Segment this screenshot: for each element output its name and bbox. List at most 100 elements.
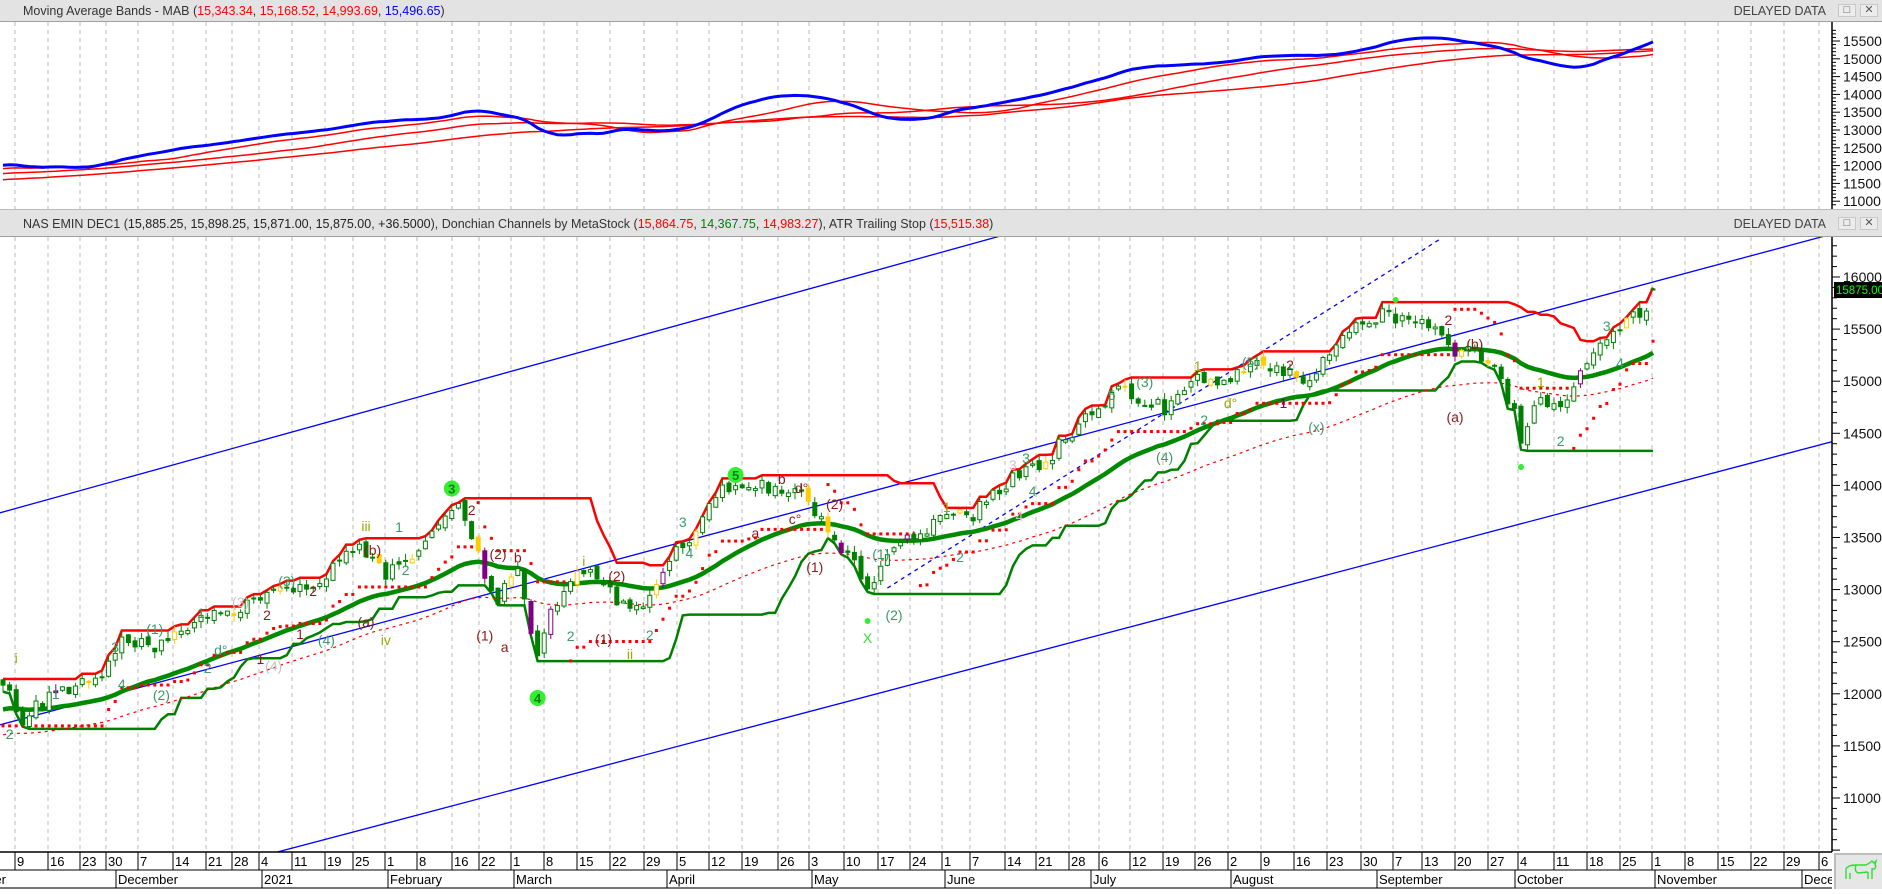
candle[interactable]	[858, 550, 864, 582]
candle[interactable]	[700, 515, 706, 536]
candle[interactable]	[1393, 307, 1399, 329]
candle[interactable]	[1327, 353, 1333, 365]
candle[interactable]	[389, 558, 395, 582]
candle[interactable]	[746, 482, 752, 492]
maximize-panel-button[interactable]: □	[1838, 217, 1856, 230]
candle[interactable]	[33, 694, 39, 720]
candle[interactable]	[521, 568, 527, 606]
candle[interactable]	[957, 509, 963, 515]
candle[interactable]	[548, 606, 554, 640]
candle[interactable]	[1188, 377, 1194, 393]
trendline[interactable]	[0, 211, 1882, 733]
candle[interactable]	[601, 577, 607, 587]
candle[interactable]	[1089, 405, 1095, 421]
candle[interactable]	[1558, 396, 1564, 412]
candle[interactable]	[1538, 392, 1544, 406]
candle[interactable]	[1525, 422, 1531, 451]
candle[interactable]	[1597, 337, 1603, 361]
candle[interactable]	[1591, 348, 1597, 369]
candle[interactable]	[218, 610, 224, 617]
candle[interactable]	[561, 586, 567, 609]
candle[interactable]	[1261, 351, 1267, 370]
candle[interactable]	[838, 540, 844, 555]
candle[interactable]	[73, 682, 79, 698]
candle[interactable]	[1459, 348, 1465, 359]
candle[interactable]	[1624, 317, 1630, 329]
candle[interactable]	[211, 606, 217, 624]
candle[interactable]	[330, 561, 336, 582]
candle[interactable]	[185, 627, 191, 636]
candle[interactable]	[26, 712, 32, 729]
candle[interactable]	[726, 480, 732, 495]
candle[interactable]	[165, 631, 171, 643]
chart-canvas[interactable]: i2134(1)(2)12d°(3)12(4)(3)12(4)iii(a)(b)…	[0, 0, 1882, 889]
candle[interactable]	[1181, 386, 1187, 396]
candle[interactable]	[1155, 396, 1161, 405]
candle[interactable]	[139, 632, 145, 650]
candle[interactable]	[535, 625, 541, 662]
candle[interactable]	[1274, 361, 1280, 377]
candle[interactable]	[1307, 374, 1313, 391]
candle[interactable]	[1551, 397, 1557, 412]
candle[interactable]	[1228, 376, 1234, 384]
candle[interactable]	[1208, 377, 1214, 387]
candle[interactable]	[878, 561, 884, 586]
candle[interactable]	[917, 529, 923, 546]
close-panel-button[interactable]: ✕	[1860, 217, 1878, 230]
candle[interactable]	[469, 520, 475, 540]
candle[interactable]	[1234, 367, 1240, 385]
candle[interactable]	[970, 514, 976, 526]
candle[interactable]	[706, 502, 712, 522]
candle[interactable]	[86, 679, 92, 689]
candle[interactable]	[1511, 399, 1517, 411]
candle[interactable]	[488, 574, 494, 593]
candle[interactable]	[733, 481, 739, 495]
candle[interactable]	[1432, 323, 1438, 336]
candle[interactable]	[482, 547, 488, 584]
candle[interactable]	[1135, 397, 1141, 407]
candle[interactable]	[1142, 399, 1148, 407]
candle[interactable]	[224, 610, 230, 617]
candle[interactable]	[1320, 355, 1326, 377]
candle[interactable]	[693, 528, 699, 550]
candle[interactable]	[766, 480, 772, 497]
candle[interactable]	[1366, 320, 1372, 329]
candle[interactable]	[1214, 376, 1220, 389]
candle[interactable]	[528, 599, 534, 637]
candle[interactable]	[1036, 454, 1042, 473]
candle[interactable]	[152, 647, 158, 659]
candle[interactable]	[634, 601, 640, 615]
candle[interactable]	[779, 485, 785, 497]
candle[interactable]	[297, 577, 303, 598]
candle[interactable]	[1102, 404, 1108, 409]
candle[interactable]	[1294, 370, 1300, 382]
candle[interactable]	[1406, 311, 1412, 325]
candle[interactable]	[66, 686, 72, 695]
candle[interactable]	[132, 636, 138, 653]
candle[interactable]	[1544, 393, 1550, 409]
candle[interactable]	[429, 530, 435, 539]
candle[interactable]	[680, 541, 686, 554]
candle[interactable]	[627, 597, 633, 613]
candle[interactable]	[1531, 400, 1537, 425]
candle[interactable]	[1412, 315, 1418, 329]
candle[interactable]	[1063, 436, 1069, 444]
candle[interactable]	[1313, 368, 1319, 384]
candle[interactable]	[238, 609, 244, 622]
candle[interactable]	[1043, 456, 1049, 470]
candle[interactable]	[1564, 394, 1570, 414]
candle[interactable]	[983, 499, 989, 509]
maximize-panel-button[interactable]: □	[1838, 4, 1856, 17]
candle[interactable]	[647, 590, 653, 613]
candle[interactable]	[495, 587, 501, 606]
candle[interactable]	[1505, 377, 1511, 409]
candle[interactable]	[568, 578, 574, 595]
candle[interactable]	[422, 536, 428, 550]
candle[interactable]	[640, 602, 646, 610]
candle[interactable]	[1333, 343, 1339, 362]
candle[interactable]	[785, 489, 791, 502]
close-panel-button[interactable]: ✕	[1860, 4, 1878, 17]
candle[interactable]	[1419, 314, 1425, 330]
candle[interactable]	[541, 628, 547, 659]
candle[interactable]	[172, 626, 178, 644]
